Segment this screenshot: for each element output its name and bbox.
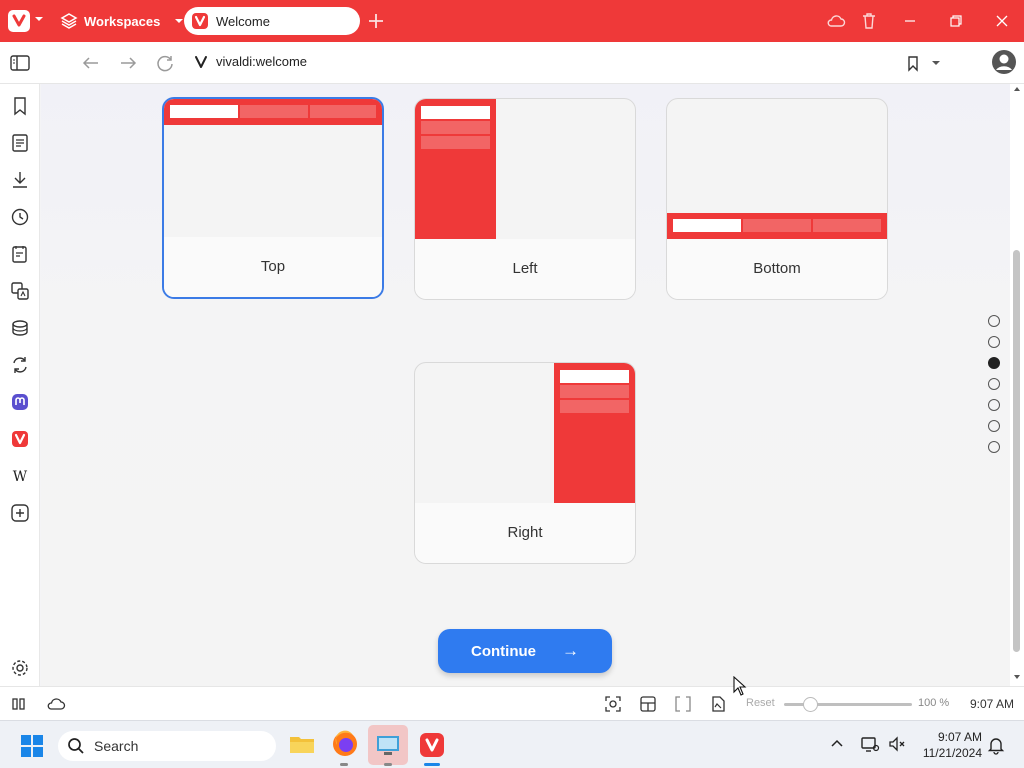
workspaces-button[interactable]: Workspaces <box>60 9 184 33</box>
bookmarks-icon[interactable] <box>9 95 31 117</box>
zoom-reset-button[interactable]: Reset <box>746 697 775 709</box>
continue-button[interactable]: Continue → <box>438 629 612 673</box>
add-panel-icon[interactable] <box>9 502 31 524</box>
tabbar-preview <box>164 99 382 125</box>
file-explorer-icon[interactable] <box>288 731 316 757</box>
welcome-page: Top Left Bottom Right Continue → <box>41 84 1010 686</box>
trash-icon[interactable] <box>858 10 880 32</box>
profile-avatar[interactable] <box>991 49 1017 75</box>
url-field[interactable]: vivaldi:welcome <box>216 54 307 69</box>
pager-dot[interactable] <box>988 315 1000 327</box>
taskbar-clock[interactable]: 9:07 AM 11/21/2024 <box>920 729 982 761</box>
search-placeholder: Search <box>94 738 139 754</box>
continue-label: Continue <box>471 642 536 660</box>
panel-toggle-icon[interactable] <box>10 695 30 713</box>
pager-dot[interactable] <box>988 378 1000 390</box>
image-toggle-icon[interactable] <box>708 694 728 714</box>
downloads-icon[interactable] <box>9 169 31 191</box>
workspaces-label: Workspaces <box>84 13 161 29</box>
taskbar-search[interactable]: Search <box>58 731 276 761</box>
vivaldi-taskbar-icon[interactable] <box>418 731 446 759</box>
tabbar-preview <box>415 99 496 239</box>
page-actions-icon[interactable] <box>673 694 693 714</box>
window-panel-icon[interactable] <box>9 317 31 339</box>
vivaldi-icon[interactable] <box>9 428 31 450</box>
arrow-right-icon: → <box>562 641 579 660</box>
firefox-icon[interactable] <box>331 730 359 758</box>
history-icon[interactable] <box>9 206 31 228</box>
network-icon[interactable] <box>860 734 880 754</box>
svg-text:W: W <box>13 469 28 485</box>
layout-option-label: Right <box>507 524 543 541</box>
chevron-up-icon[interactable] <box>830 738 844 748</box>
chevron-down-icon <box>174 16 184 26</box>
pager-dot[interactable] <box>988 441 1000 453</box>
volume-muted-icon[interactable] <box>887 734 907 754</box>
status-clock: 9:07 AM <box>970 697 1015 711</box>
notification-bell-icon[interactable] <box>987 735 1005 755</box>
vivaldi-menu-button[interactable] <box>8 10 30 32</box>
layout-option-label: Top <box>260 258 286 275</box>
scrollbar-thumb[interactable] <box>1013 250 1020 652</box>
layout-option-left[interactable]: Left <box>414 98 636 300</box>
pager-dot[interactable] <box>988 336 1000 348</box>
taskbar-date: 11/21/2024 <box>922 746 982 760</box>
panel-toggle-icon[interactable] <box>9 52 31 74</box>
capture-icon[interactable] <box>603 694 623 714</box>
close-icon[interactable] <box>991 10 1013 32</box>
reading-list-icon[interactable] <box>9 132 31 154</box>
vivaldi-favicon-icon <box>192 13 208 29</box>
sync-cloud-icon[interactable] <box>45 695 67 713</box>
minimize-icon[interactable] <box>899 10 921 32</box>
sync-cloud-icon[interactable] <box>825 10 847 32</box>
wikipedia-icon[interactable]: W <box>9 465 31 487</box>
address-bar: vivaldi:welcome <box>0 42 1024 84</box>
back-icon[interactable] <box>80 52 102 74</box>
layout-option-label: Bottom <box>753 260 801 277</box>
chevron-down-icon[interactable] <box>931 58 941 68</box>
translate-icon[interactable] <box>9 280 31 302</box>
taskbar: Search 9:07 AM 11/21/2024 <box>0 720 1024 768</box>
windows-start-icon[interactable] <box>20 734 44 758</box>
layout-option-bottom[interactable]: Bottom <box>666 98 888 300</box>
pager-dot[interactable] <box>988 399 1000 411</box>
taskbar-active-app[interactable] <box>368 725 408 765</box>
tabbar-preview <box>554 363 635 503</box>
status-bar: Reset 100 % 9:07 AM <box>0 686 1024 720</box>
layout-option-label: Left <box>512 260 538 277</box>
search-icon <box>67 737 85 755</box>
pager-dot[interactable] <box>988 420 1000 432</box>
new-tab-button[interactable] <box>366 11 386 31</box>
zoom-level: 100 % <box>918 697 950 709</box>
forward-icon[interactable] <box>117 52 139 74</box>
zoom-slider-handle[interactable] <box>803 697 818 712</box>
chevron-down-icon[interactable] <box>34 14 44 24</box>
sync-icon[interactable] <box>9 354 31 376</box>
mastodon-icon[interactable] <box>9 391 31 413</box>
tiling-icon[interactable] <box>638 694 658 714</box>
restore-icon[interactable] <box>945 10 967 32</box>
reload-icon[interactable] <box>154 52 176 74</box>
workspaces-icon <box>60 12 78 30</box>
tab-welcome[interactable]: Welcome <box>184 7 360 35</box>
tab-title: Welcome <box>216 13 270 29</box>
side-panel: W <box>0 84 40 686</box>
layout-option-top[interactable]: Top <box>162 97 384 299</box>
taskbar-time: 9:07 AM <box>937 730 982 744</box>
tabbar-preview <box>667 213 887 239</box>
settings-icon[interactable] <box>9 657 31 679</box>
title-bar: Workspaces Welcome <box>0 0 1024 42</box>
bookmark-icon[interactable] <box>904 54 922 72</box>
layout-option-right[interactable]: Right <box>414 362 636 564</box>
notes-icon[interactable] <box>9 243 31 265</box>
vivaldi-site-icon <box>194 55 208 69</box>
mouse-cursor-icon <box>733 676 747 696</box>
pager-dot-active[interactable] <box>988 357 1000 369</box>
